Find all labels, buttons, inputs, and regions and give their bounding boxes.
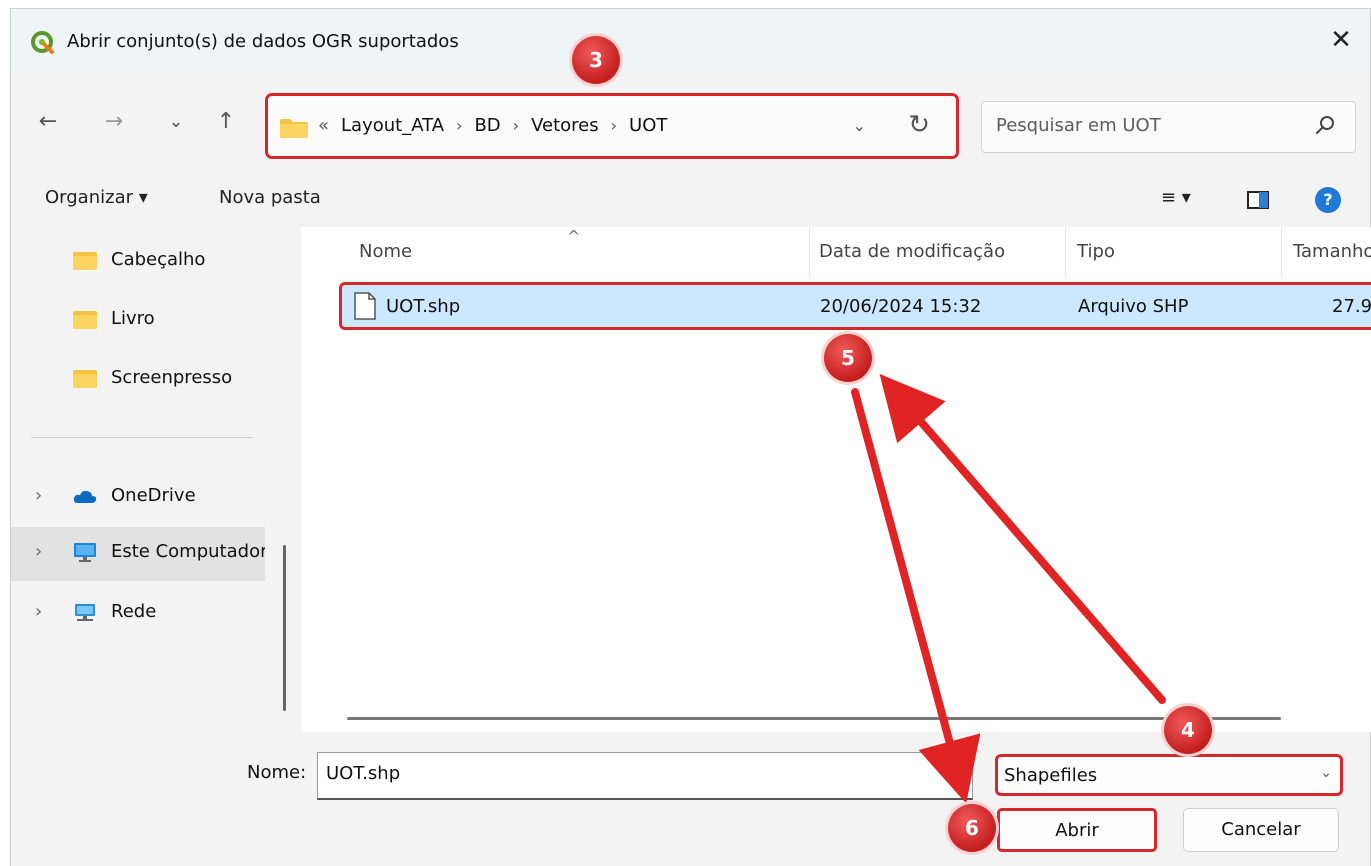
file-type-filter-value: Shapefiles xyxy=(1004,765,1098,786)
forward-arrow-icon[interactable]: → xyxy=(99,109,129,134)
address-dropdown-icon[interactable]: ⌄ xyxy=(853,116,866,135)
sidebar-item-cabecalho[interactable]: Cabeçalho xyxy=(11,235,265,289)
open-button[interactable]: Abrir xyxy=(997,808,1157,852)
column-separator[interactable] xyxy=(1281,227,1282,277)
qgis-logo-icon xyxy=(31,31,54,54)
breadcrumb-item-layout-ata[interactable]: Layout_ATA xyxy=(341,115,444,136)
horizontal-scrollbar[interactable] xyxy=(347,717,1281,720)
navigation-pane: Cabeçalho Livro Screenpresso › OneDrive … xyxy=(11,227,301,732)
sidebar-item-screenpresso[interactable]: Screenpresso xyxy=(11,353,265,407)
column-header-modified[interactable]: Data de modificação xyxy=(819,241,1005,262)
folder-icon xyxy=(280,119,308,138)
expand-chevron-icon[interactable]: › xyxy=(35,541,42,562)
sidebar-item-este-computador[interactable]: › Este Computador xyxy=(11,527,265,581)
computer-icon xyxy=(74,543,96,562)
cancel-button[interactable]: Cancelar xyxy=(1183,808,1339,852)
sidebar-item-rede[interactable]: › Rede xyxy=(11,587,265,641)
step-badge-3: 3 xyxy=(572,36,620,84)
close-icon[interactable]: ✕ xyxy=(1324,23,1358,57)
view-options-menu-icon[interactable]: ≡ ▾ xyxy=(1161,187,1191,208)
breadcrumb-overflow-icon[interactable]: « xyxy=(318,115,329,136)
file-name-input[interactable] xyxy=(326,763,946,784)
window-title: Abrir conjunto(s) de dados OGR suportado… xyxy=(67,31,459,52)
sidebar-item-label: OneDrive xyxy=(111,485,196,506)
breadcrumb-separator-icon: › xyxy=(512,116,520,135)
recent-locations-chevron-icon[interactable]: ⌄ xyxy=(161,111,191,132)
sidebar-item-label: Livro xyxy=(111,308,155,329)
column-header-size[interactable]: Tamanho xyxy=(1293,241,1371,262)
sidebar-item-label: Este Computador xyxy=(111,541,265,562)
expand-chevron-icon[interactable]: › xyxy=(35,601,42,622)
refresh-icon[interactable]: ↻ xyxy=(908,110,930,140)
breadcrumb: « Layout_ATA › BD › Vetores › UOT xyxy=(318,115,667,136)
sidebar-item-onedrive[interactable]: › OneDrive xyxy=(11,471,265,525)
sidebar-divider xyxy=(31,437,253,438)
organize-menu-button[interactable]: Organizar ▾ xyxy=(45,187,148,208)
sort-ascending-icon: ^ xyxy=(567,227,581,246)
table-row[interactable]: UOT.shp 20/06/2024 15:32 Arquivo SHP 27.… xyxy=(339,282,1371,330)
sidebar-item-livro[interactable]: Livro xyxy=(11,294,265,348)
file-icon xyxy=(354,292,376,320)
address-bar[interactable]: « Layout_ATA › BD › Vetores › UOT ⌄ ↻ xyxy=(265,93,959,159)
column-separator[interactable] xyxy=(1065,227,1066,277)
network-icon xyxy=(75,604,95,621)
folder-icon xyxy=(73,252,97,270)
help-icon[interactable]: ? xyxy=(1315,187,1341,213)
dialog-footer: Nome: Shapefiles ⌄ Abrir Cancelar xyxy=(11,732,1370,866)
sidebar-item-label: Screenpresso xyxy=(111,367,233,388)
file-name-label: Nome: xyxy=(247,762,307,783)
command-toolbar: Organizar ▾ Nova pasta ≡ ▾ ? xyxy=(11,171,1370,227)
sidebar-item-label: Cabeçalho xyxy=(111,249,206,270)
folder-icon xyxy=(73,311,97,329)
file-size: 27.99 xyxy=(1332,296,1371,317)
file-list: ^ Nome Data de modificação Tipo Tamanho … xyxy=(301,227,1371,732)
step-badge-5: 5 xyxy=(824,334,872,382)
search-box[interactable]: Pesquisar em UOT xyxy=(981,101,1356,153)
breadcrumb-item-uot[interactable]: UOT xyxy=(629,115,667,136)
new-folder-button[interactable]: Nova pasta xyxy=(219,187,321,208)
back-arrow-icon[interactable]: ← xyxy=(33,109,63,134)
navigation-bar: ← → ⌄ ↑ « Layout_ATA › BD › Vetores › UO… xyxy=(11,71,1370,171)
expand-chevron-icon[interactable]: › xyxy=(35,485,42,506)
chevron-down-icon[interactable]: ⌄ xyxy=(1320,765,1332,781)
preview-pane-icon[interactable] xyxy=(1247,191,1269,209)
file-type-filter-select[interactable]: Shapefiles ⌄ xyxy=(995,754,1343,796)
breadcrumb-separator-icon: › xyxy=(456,116,463,135)
breadcrumb-separator-icon: › xyxy=(610,116,618,135)
search-input[interactable]: Pesquisar em UOT xyxy=(996,115,1161,136)
cloud-icon xyxy=(73,490,97,503)
file-name: UOT.shp xyxy=(386,296,461,317)
title-bar: Abrir conjunto(s) de dados OGR suportado… xyxy=(11,9,1370,71)
breadcrumb-item-bd[interactable]: BD xyxy=(474,115,500,136)
file-name-field[interactable] xyxy=(317,752,973,800)
sidebar-scrollbar[interactable] xyxy=(283,545,286,711)
step-badge-4: 4 xyxy=(1164,706,1212,754)
file-modified: 20/06/2024 15:32 xyxy=(820,296,982,317)
file-type: Arquivo SHP xyxy=(1078,296,1189,317)
column-separator[interactable] xyxy=(809,227,810,277)
sidebar-item-label: Rede xyxy=(111,601,157,622)
folder-icon xyxy=(73,370,97,388)
column-header-type[interactable]: Tipo xyxy=(1077,241,1115,262)
up-arrow-icon[interactable]: ↑ xyxy=(211,109,241,134)
search-icon[interactable] xyxy=(1313,113,1337,137)
breadcrumb-item-vetores[interactable]: Vetores xyxy=(531,115,599,136)
column-header-name[interactable]: Nome xyxy=(359,241,412,262)
step-badge-6: 6 xyxy=(948,804,996,852)
